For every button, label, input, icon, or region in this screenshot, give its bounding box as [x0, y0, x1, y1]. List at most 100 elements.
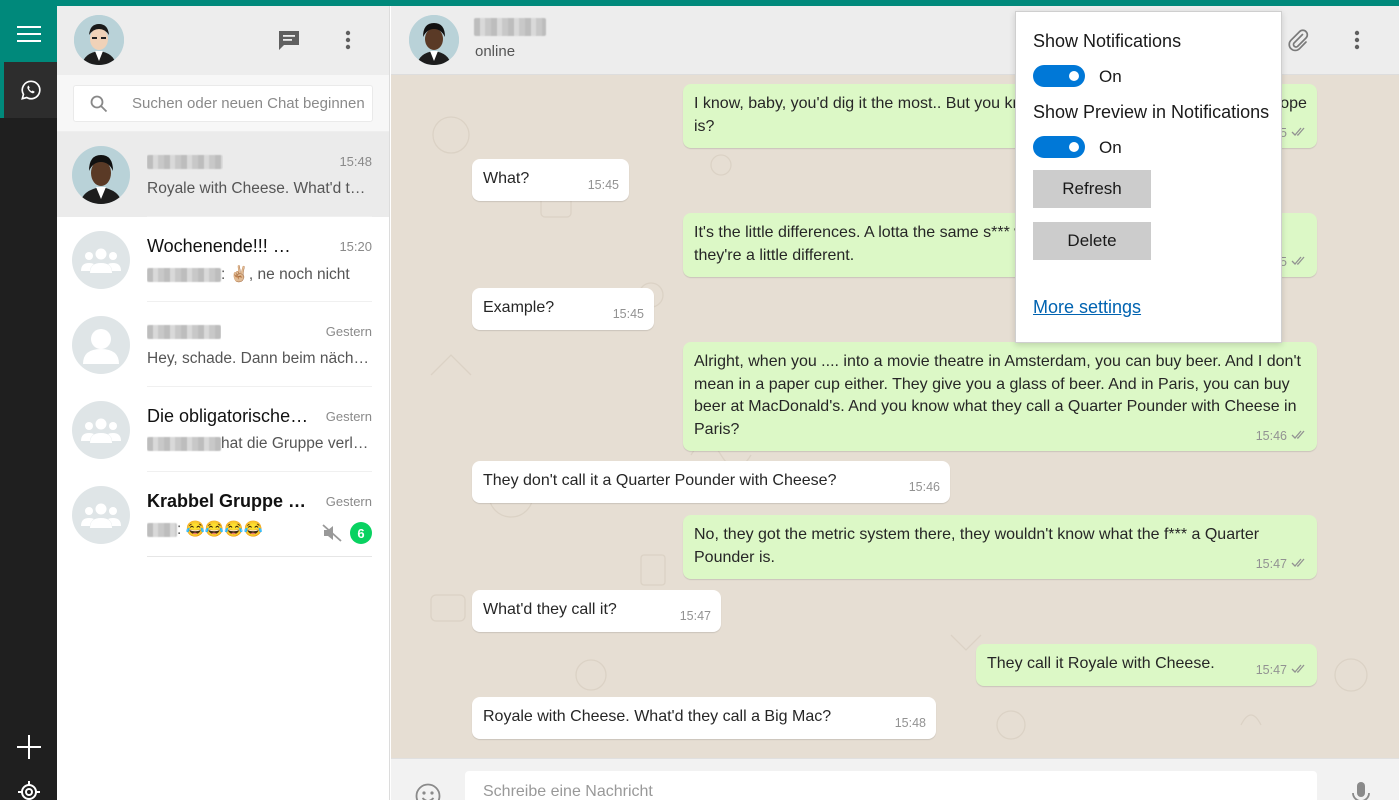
show-preview-label: Show Preview in Notifications: [1033, 102, 1270, 122]
notification-settings-popup: Show Notifications On Show Preview in No…: [1015, 11, 1282, 343]
more-vertical-icon: [1354, 30, 1360, 50]
title-accent-strip: [0, 0, 1399, 6]
attachment-icon: [1288, 29, 1309, 52]
blurred-sender: [147, 267, 221, 282]
group-avatar: [72, 485, 130, 544]
more-settings-link[interactable]: More settings: [1033, 297, 1141, 318]
message-text: No, they got the metric system there, th…: [694, 526, 1260, 566]
chat-preview-text: : 😂😂😂😂: [177, 521, 263, 538]
message-time: 15:46: [1255, 428, 1287, 443]
voice-message-button[interactable]: [1351, 781, 1371, 800]
emoji-button[interactable]: [415, 783, 441, 800]
blurred-sender: [147, 522, 177, 537]
chat-list-item-body: Wochenende!!! 😊😊 15:20: ✌🏼, ne noch nicht: [147, 217, 372, 302]
chat-list-item[interactable]: Wochenende!!! 😊😊 15:20: ✌🏼, ne noch nicht: [57, 217, 389, 302]
search-bar: [57, 75, 389, 132]
chat-time: 15:48: [339, 154, 372, 169]
emoji-icon: [415, 783, 441, 800]
incoming-message[interactable]: Royale with Cheese. What'd they call a B…: [472, 697, 936, 739]
muted-icon: [322, 524, 342, 547]
message-time: 15:47: [1255, 663, 1287, 677]
chat-preview-text: Hey, schade. Dann beim nächsten Mal: [147, 350, 369, 367]
search-input[interactable]: [132, 95, 372, 112]
group-avatar: [72, 400, 130, 459]
show-notifications-state: On: [1099, 67, 1122, 86]
show-preview-state: On: [1099, 138, 1122, 157]
chat-preview: Hey, schade. Dann beim nächsten Mal: [147, 350, 369, 368]
chat-time: 15:20: [339, 239, 372, 254]
whatsapp-icon: [20, 80, 41, 100]
message-text: What'd they call it?: [483, 601, 617, 618]
message-meta: 15:47: [680, 605, 711, 628]
message-text: Alright, when you .... into a movie thea…: [694, 353, 1301, 438]
chat-name: Krabbel Gruppe Sonnenschein: [147, 491, 312, 511]
chat-preview: Royale with Cheese. What'd they call a B…: [147, 180, 369, 198]
outgoing-message[interactable]: Alright, when you .... into a movie thea…: [683, 342, 1317, 451]
contact-avatar-placeholder: [72, 315, 130, 374]
more-vertical-icon: [345, 30, 351, 50]
search-box[interactable]: [73, 85, 373, 122]
blurred-sender: [147, 436, 221, 451]
message-meta: 15:47: [1256, 659, 1307, 682]
contact-avatar[interactable]: [409, 15, 459, 65]
double-check-icon: [1291, 251, 1307, 274]
blurred-name: [147, 325, 221, 340]
show-notifications-toggle[interactable]: [1033, 65, 1085, 87]
incoming-message[interactable]: What'd they call it? 15:47: [472, 590, 721, 632]
chat-list-item[interactable]: Die obligatorische Gruppe Gestern hat die …: [57, 387, 389, 472]
double-check-icon: [1291, 425, 1307, 448]
message-time: 15:47: [1255, 556, 1287, 571]
incoming-message[interactable]: What? 15:45: [472, 159, 629, 201]
incoming-message[interactable]: They don't call it a Quarter Pounder wit…: [472, 461, 950, 503]
refresh-button[interactable]: Refresh: [1033, 170, 1151, 208]
chat-preview: : ✌🏼, ne noch nicht: [147, 265, 350, 284]
chat-list-item-body: 15:48 Royale with Cheese. What'd they cal…: [147, 132, 372, 217]
app-rail: [0, 0, 57, 800]
outgoing-message[interactable]: No, they got the metric system there, th…: [683, 515, 1317, 579]
new-chat-icon: [279, 31, 299, 50]
new-chat-button[interactable]: [275, 26, 303, 54]
chat-list-item[interactable]: 15:48 Royale with Cheese. What'd they cal…: [57, 132, 389, 217]
message-time: 15:46: [908, 480, 940, 494]
chat-list-item[interactable]: Krabbel Gruppe Sonnenschein Gestern : 😂😂😂😂…: [57, 472, 389, 557]
group-icon: [81, 503, 121, 528]
search-icon: [90, 95, 108, 112]
show-preview-toggle[interactable]: [1033, 136, 1085, 158]
chat-list-header: [57, 6, 389, 75]
add-account-button[interactable]: [0, 725, 57, 769]
show-notifications-label: Show Notifications: [1033, 31, 1182, 51]
group-icon: [81, 418, 121, 443]
message-meta: 15:47: [1256, 553, 1307, 576]
message-input[interactable]: [465, 771, 1317, 800]
conversation-menu-button[interactable]: [1343, 26, 1371, 54]
message-meta: 15:45: [588, 174, 619, 197]
double-check-icon: [1291, 553, 1307, 576]
settings-button[interactable]: [0, 780, 57, 800]
whatsapp-app-button[interactable]: [0, 62, 57, 118]
chat-preview: : 😂😂😂😂: [147, 520, 263, 539]
contact-name: [474, 18, 546, 36]
chat-preview: hat die Gruppe verlassen: [147, 435, 369, 453]
chat-list-item[interactable]: Gestern Hey, schade. Dann beim nächsten M…: [57, 302, 389, 387]
chat-name: [147, 151, 223, 172]
my-avatar[interactable]: [74, 15, 124, 65]
gear-icon: [17, 781, 40, 800]
message-time: 15:47: [679, 609, 711, 623]
attach-button[interactable]: [1284, 26, 1312, 54]
chat-time: Gestern: [325, 494, 372, 509]
outgoing-message[interactable]: They call it Royale with Cheese. 15:47: [976, 644, 1317, 686]
chat-list: 15:48 Royale with Cheese. What'd they cal…: [57, 132, 389, 557]
chat-list-menu-button[interactable]: [334, 26, 362, 54]
message-text: They don't call it a Quarter Pounder wit…: [483, 472, 837, 489]
chat-time: Gestern: [325, 409, 372, 424]
incoming-message[interactable]: Example? 15:45: [472, 288, 654, 330]
group-avatar: [72, 230, 130, 289]
chat-list-panel: 15:48 Royale with Cheese. What'd they cal…: [57, 6, 390, 800]
hamburger-menu-button[interactable]: [0, 6, 57, 62]
profile-photo-icon: [72, 145, 130, 204]
chat-list-item-body: Die obligatorische Gruppe Gestern hat die …: [147, 387, 372, 472]
message-meta: 15:45: [613, 303, 644, 326]
delete-button[interactable]: Delete: [1033, 222, 1151, 260]
message-composer: [391, 758, 1399, 800]
chat-preview-text: Royale with Cheese. What'd they call a B…: [147, 180, 369, 197]
